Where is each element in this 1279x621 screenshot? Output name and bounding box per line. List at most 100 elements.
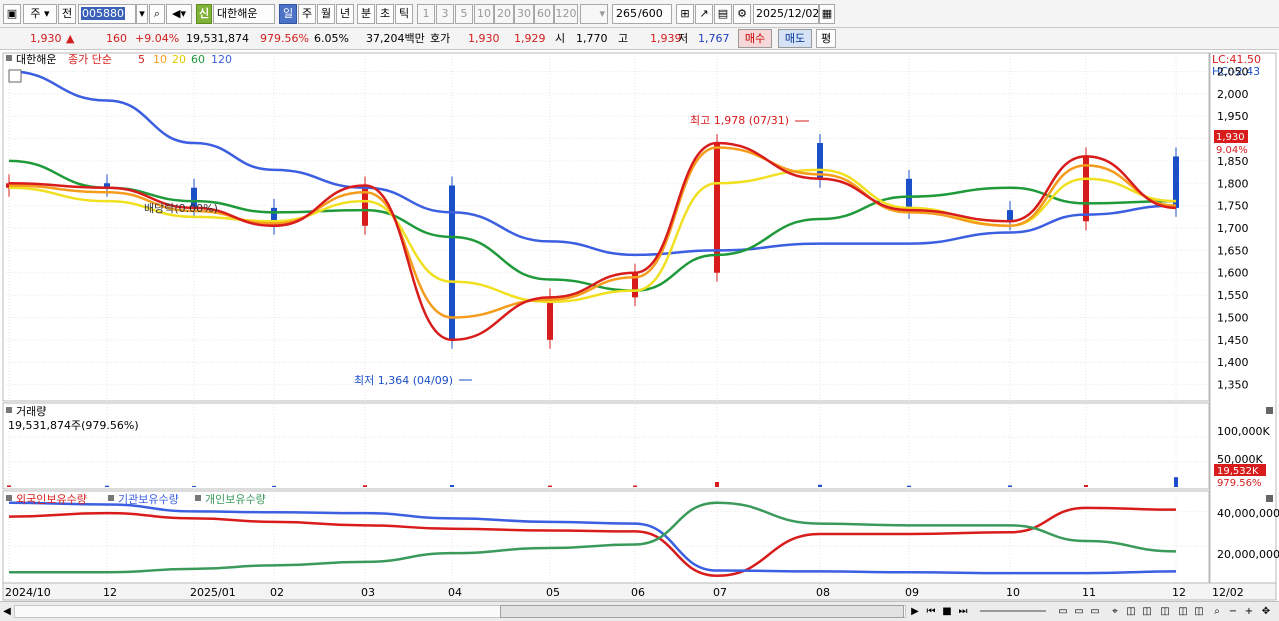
new-badge[interactable]: 신 (196, 4, 212, 24)
layout-icon-3[interactable]: ▭ (1088, 604, 1102, 619)
line-tool-icon[interactable]: ↗ (695, 4, 713, 24)
price-plot-frame (2, 52, 1210, 402)
holdings-individual-icon[interactable] (195, 495, 201, 501)
zoom-slider[interactable] (980, 610, 1046, 612)
stock-chart-svg[interactable]: 대한해운 종가 단순 5 10 20 60 120 LC:41.50 HC:-2… (0, 50, 1279, 601)
open-price: 1,770 (576, 32, 608, 45)
compare-icon-1[interactable]: ◫ (1124, 604, 1138, 619)
interval-120[interactable]: 120 (554, 4, 578, 24)
jeon-button[interactable]: 전 (58, 4, 76, 24)
volume-panel-close-icon[interactable] (1266, 407, 1273, 414)
chart-area[interactable]: 대한해운 종가 단순 5 10 20 60 120 LC:41.50 HC:-2… (0, 50, 1279, 601)
sell-button[interactable]: 매도 (778, 29, 812, 48)
scroll-right-icon[interactable]: ▶ (908, 604, 922, 619)
scroll-left-icon[interactable]: ◀ (0, 604, 14, 619)
volume-panel-value: 19,531,874주(979.56%) (8, 419, 139, 432)
stop-icon[interactable]: ■ (940, 604, 954, 619)
x-axis-label: 02 (270, 586, 284, 599)
zoom-out-icon[interactable]: − (1226, 604, 1240, 619)
period-second[interactable]: 초 (376, 4, 394, 24)
search-icon[interactable]: ⌕ (149, 4, 165, 24)
chart-type-select[interactable]: 주 ▾ (23, 4, 57, 24)
interval-1[interactable]: 1 (417, 4, 435, 24)
holdings-foreign-icon[interactable] (6, 495, 12, 501)
high-annotation: 최고 1,978 (07/31) (690, 114, 789, 127)
interval-5[interactable]: 5 (455, 4, 473, 24)
current-price: 1,930 (30, 32, 62, 45)
price-y-tick: 1,850 (1217, 155, 1249, 168)
eval-button[interactable]: 평 (816, 29, 836, 48)
price-y-tick: 1,600 (1217, 267, 1249, 280)
compare-icon-5[interactable]: ◫ (1192, 604, 1206, 619)
current-price-tag-text: 1,930 (1216, 132, 1245, 143)
volume-panel-collapse-icon[interactable] (6, 407, 12, 413)
price-y-tick: 1,750 (1217, 200, 1249, 213)
chart-toolbar: ▣ 주 ▾ 전 005880 ▾ ⌕ ◀▾ 신 대한해운 일 주 월 년 분 초… (0, 0, 1279, 28)
price-y-tick: 1,400 (1217, 356, 1249, 369)
jump-start-icon[interactable]: ⏮ (924, 604, 938, 619)
turnover-ratio: 6.05% (314, 32, 349, 45)
custom-interval-dropdown[interactable]: ▾ (580, 4, 608, 24)
date-input[interactable]: 2025/12/02 (753, 4, 819, 24)
volume-panel-title: 거래량 (16, 405, 46, 418)
stock-name-field[interactable]: 대한해운 (213, 4, 275, 24)
volume-bar (1084, 485, 1088, 487)
count-input[interactable]: 265 (612, 4, 638, 24)
stock-code-input[interactable]: 005880 (78, 4, 136, 24)
high-price: 1,939 (650, 32, 682, 45)
x-axis-label: 03 (361, 586, 375, 599)
compare-icon-2[interactable]: ◫ (1140, 604, 1154, 619)
jump-end-icon[interactable]: ⏭ (956, 604, 970, 619)
ma-20-label: 20 (172, 53, 186, 66)
interval-10[interactable]: 10 (474, 4, 494, 24)
move-icon[interactable]: ✥ (1259, 604, 1273, 619)
low-label: 저 (678, 32, 689, 45)
price-y-tick: 1,950 (1217, 110, 1249, 123)
low-price: 1,767 (698, 32, 730, 45)
window-menu-icon[interactable]: ▣ (3, 4, 21, 24)
ma-5-label: 5 (138, 53, 145, 66)
layout-icon-2[interactable]: ▭ (1072, 604, 1086, 619)
dividend-annotation: 배당락(0.00%) (144, 202, 218, 215)
interval-20[interactable]: 20 (494, 4, 514, 24)
volume-bar (818, 484, 822, 487)
period-tick[interactable]: 틱 (395, 4, 413, 24)
layout-icon-1[interactable]: ▭ (1056, 604, 1070, 619)
ma-120-label: 120 (211, 53, 232, 66)
save-icon[interactable]: ▤ (714, 4, 732, 24)
period-month[interactable]: 월 (317, 4, 335, 24)
compare-icon-4[interactable]: ◫ (1176, 604, 1190, 619)
interval-30[interactable]: 30 (514, 4, 534, 24)
holdings-institution-icon[interactable] (108, 495, 114, 501)
x-axis-label: 12 (1172, 586, 1186, 599)
buy-button[interactable]: 매수 (738, 29, 772, 48)
scrollbar-thumb[interactable] (500, 605, 904, 618)
holdings-ytick-40m: 40,000,000 (1217, 507, 1279, 520)
period-week[interactable]: 주 (298, 4, 316, 24)
zoom-search-icon[interactable]: ⌕ (1210, 604, 1224, 619)
x-axis-label: 08 (816, 586, 830, 599)
period-minute[interactable]: 분 (357, 4, 375, 24)
high-label: 고 (618, 32, 629, 45)
volume-bar (633, 485, 637, 487)
candle-style-icon[interactable]: ⊞ (676, 4, 694, 24)
gear-icon[interactable]: ⚙ (733, 4, 751, 24)
price-y-tick: 2,000 (1217, 88, 1249, 101)
compare-icon-3[interactable]: ◫ (1158, 604, 1172, 619)
x-axis-label: 06 (631, 586, 645, 599)
calendar-icon[interactable]: ▦ (819, 4, 835, 24)
holdings-panel-close-icon[interactable] (1266, 495, 1273, 502)
period-year[interactable]: 년 (336, 4, 354, 24)
crosshair-icon[interactable]: ⌖ (1108, 604, 1122, 619)
price-panel-name: 대한해운 (16, 52, 56, 66)
code-dropdown-icon[interactable]: ▾ (136, 4, 148, 24)
ask-price-1: 1,930 (468, 32, 500, 45)
panel-collapse-icon[interactable] (6, 55, 12, 61)
interval-60[interactable]: 60 (534, 4, 554, 24)
zoom-in-icon[interactable]: + (1242, 604, 1256, 619)
price-y-tick: 1,500 (1217, 311, 1249, 324)
table-toggle-icon[interactable] (8, 69, 22, 83)
speaker-icon[interactable]: ◀▾ (166, 4, 192, 24)
interval-3[interactable]: 3 (436, 4, 454, 24)
period-day[interactable]: 일 (279, 4, 297, 24)
